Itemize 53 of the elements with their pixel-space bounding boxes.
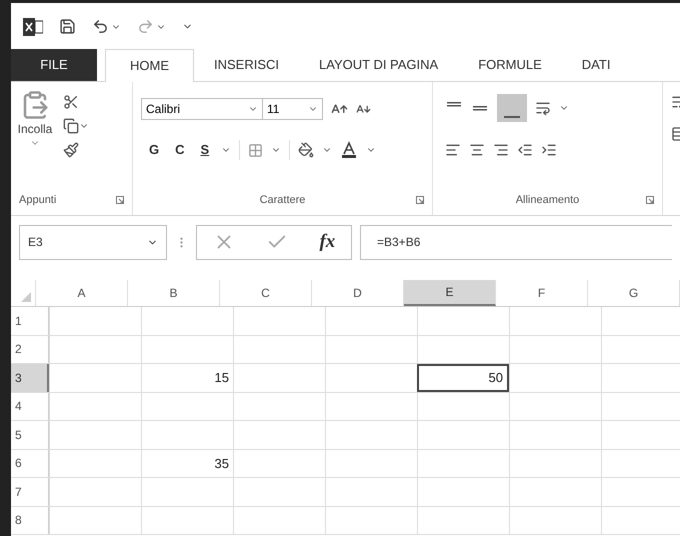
- ribbon-tab[interactable]: INSERISCI: [194, 49, 300, 81]
- row-header[interactable]: 1: [11, 307, 49, 334]
- ribbon-tab[interactable]: LAYOUT DI PAGINA: [299, 49, 458, 81]
- name-box[interactable]: E3: [19, 224, 167, 260]
- font-color-icon[interactable]: [340, 141, 358, 159]
- table-cell[interactable]: 35: [141, 450, 233, 477]
- group-label: Appunti: [19, 192, 56, 208]
- spreadsheet-logo-icon[interactable]: [23, 18, 43, 36]
- column-header[interactable]: F: [496, 280, 588, 306]
- table-cell[interactable]: 50: [417, 364, 509, 392]
- dialog-launcher-icon[interactable]: [116, 196, 124, 204]
- row-header[interactable]: 5: [11, 421, 49, 448]
- dialog-launcher-icon[interactable]: [646, 196, 654, 204]
- bold-button[interactable]: G: [145, 140, 164, 160]
- increase-indent-icon[interactable]: [541, 142, 557, 158]
- ribbon-tab[interactable]: FORMULE: [458, 49, 562, 81]
- decrease-indent-icon[interactable]: [517, 142, 533, 158]
- fill-color-icon[interactable]: [298, 142, 314, 158]
- copy-icon[interactable]: [63, 118, 79, 134]
- align-left-icon[interactable]: [445, 142, 461, 158]
- format-painter-icon[interactable]: [63, 142, 79, 158]
- table-cell[interactable]: 15: [141, 364, 233, 392]
- ribbon-tab[interactable]: DATI: [562, 49, 630, 81]
- paste-button[interactable]: Incolla: [15, 90, 55, 185]
- row-header[interactable]: 8: [11, 506, 49, 534]
- save-icon[interactable]: [59, 18, 76, 35]
- italic-button[interactable]: C: [171, 140, 189, 160]
- group-label: Allineamento: [516, 192, 580, 208]
- insert-function-button[interactable]: fx: [319, 228, 336, 256]
- column-header[interactable]: E: [404, 280, 496, 306]
- row-header[interactable]: 3: [11, 364, 49, 392]
- ribbon-tab[interactable]: HOME: [105, 49, 194, 82]
- row-header[interactable]: 4: [11, 392, 49, 420]
- ribbon-tab[interactable]: FILE: [11, 49, 97, 81]
- align-right-icon[interactable]: [493, 142, 509, 158]
- bottom-align-button[interactable]: [497, 94, 527, 122]
- row-header[interactable]: 7: [11, 478, 49, 506]
- dialog-launcher-icon[interactable]: [416, 196, 424, 204]
- column-header[interactable]: C: [220, 280, 312, 306]
- column-header[interactable]: A: [36, 280, 128, 306]
- borders-icon[interactable]: [248, 142, 264, 158]
- align-center-icon[interactable]: [469, 142, 485, 158]
- select-all-icon[interactable]: [21, 292, 31, 302]
- formula-field[interactable]: =B3+B6: [360, 224, 672, 260]
- underline-button[interactable]: S: [196, 140, 214, 160]
- group-label: Carattere: [260, 192, 306, 208]
- column-header[interactable]: B: [128, 280, 220, 306]
- column-header[interactable]: G: [588, 280, 680, 306]
- row-header[interactable]: 2: [11, 336, 49, 363]
- cut-icon[interactable]: [63, 94, 79, 110]
- undo-icon[interactable]: [92, 18, 109, 35]
- row-header[interactable]: 6: [11, 450, 49, 477]
- orientation-icon[interactable]: [535, 100, 551, 116]
